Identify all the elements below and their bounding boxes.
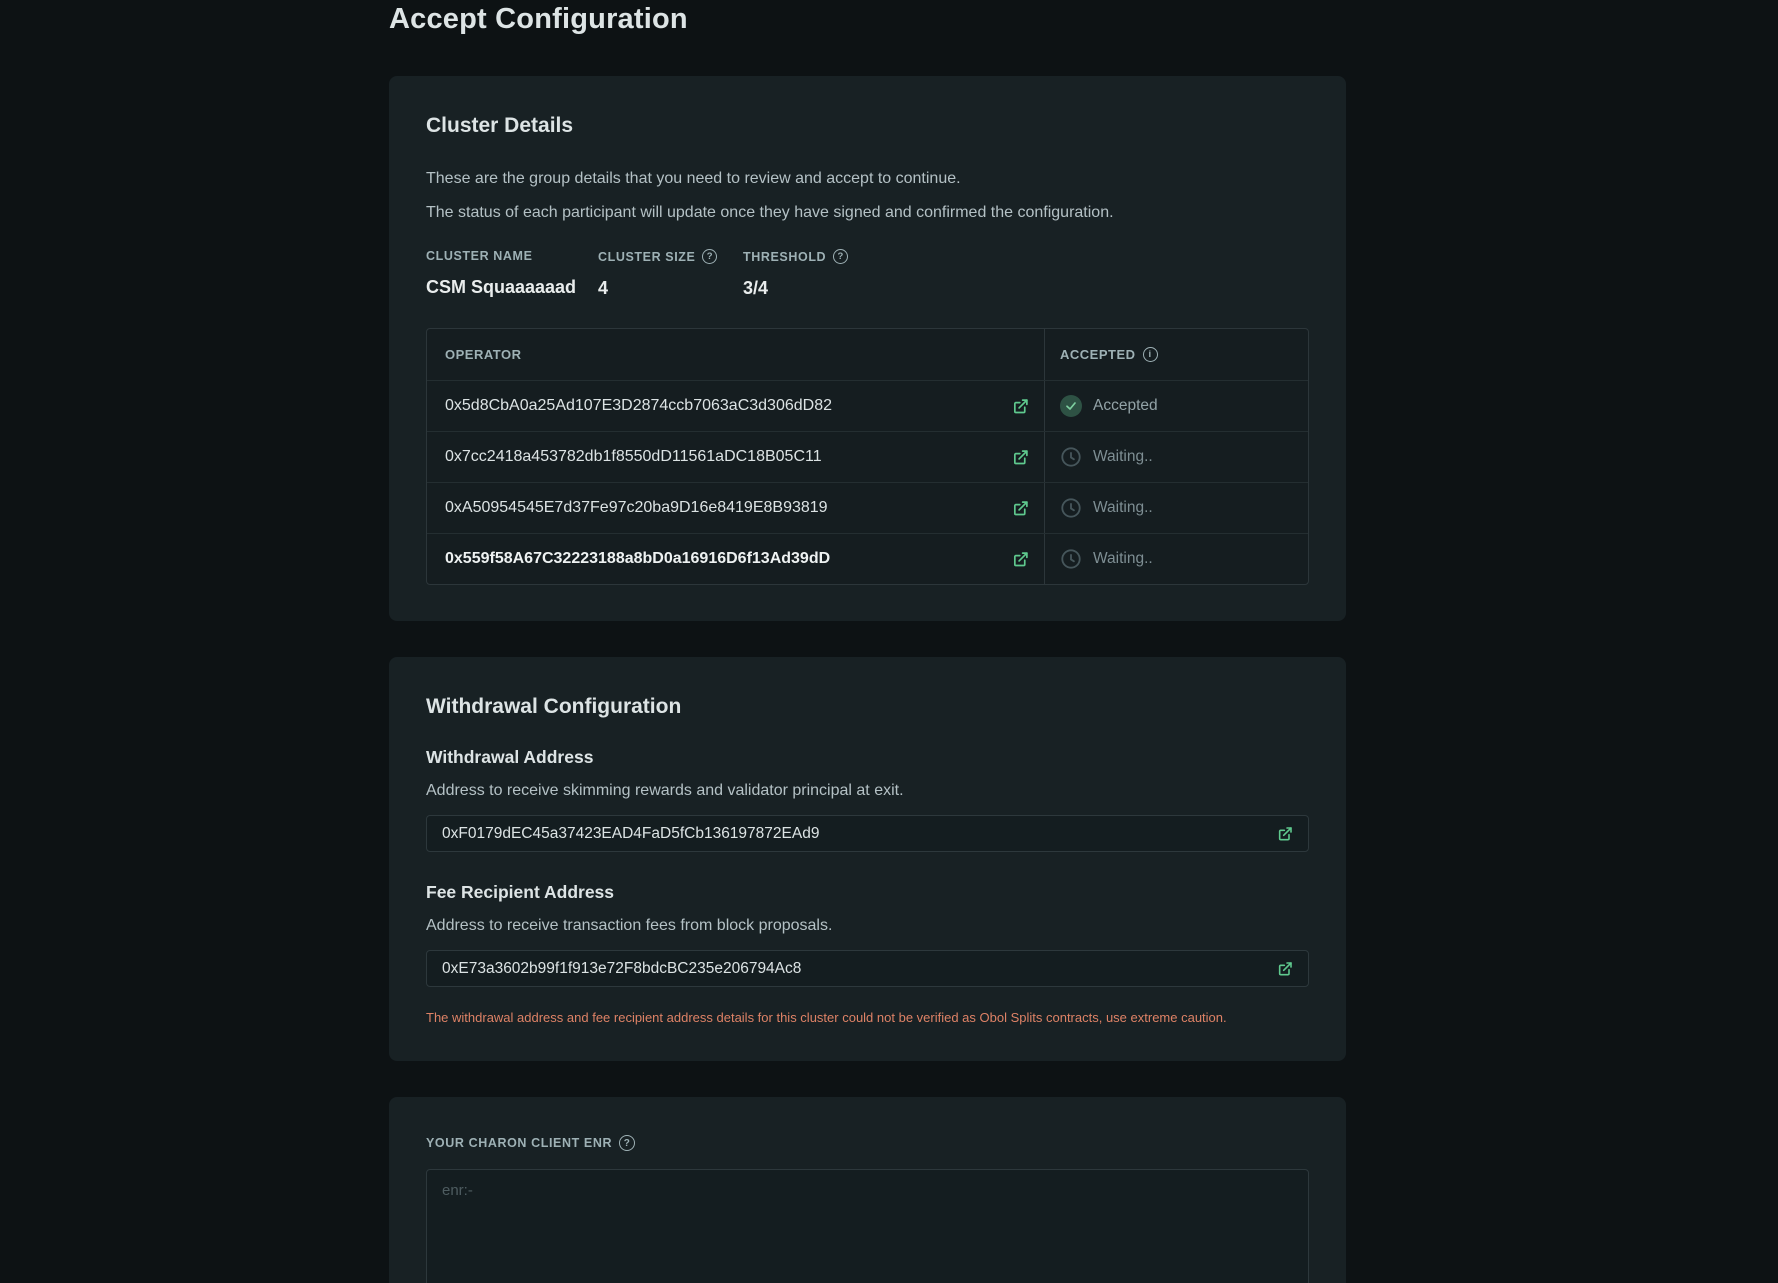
cluster-name-label: CLUSTER NAME [426, 249, 598, 263]
clock-icon [1060, 446, 1082, 468]
cluster-size-label-text: CLUSTER SIZE [598, 250, 695, 264]
withdrawal-address-description: Address to receive skimming rewards and … [426, 782, 1309, 800]
question-glyph: ? [707, 251, 713, 262]
info-glyph: i [1148, 349, 1151, 360]
external-link-icon[interactable] [1010, 498, 1030, 518]
charon-enr-input[interactable] [426, 1169, 1309, 1283]
withdrawal-configuration-heading: Withdrawal Configuration [426, 695, 1309, 719]
question-icon[interactable]: ? [833, 249, 848, 264]
info-icon[interactable]: i [1143, 347, 1158, 362]
charon-enr-label-text: YOUR CHARON CLIENT ENR [426, 1136, 612, 1150]
threshold-column: THRESHOLD ? 3/4 [743, 249, 848, 299]
accepted-header-label: ACCEPTED [1060, 347, 1136, 362]
status-cell: Waiting.. [1044, 483, 1308, 533]
operator-row-self: 0x559f58A67C32223188a8bD0a16916D6f13Ad39… [427, 533, 1308, 584]
operator-address: 0xA50954545E7d37Fe97c20ba9D16e8419E8B938… [445, 499, 1010, 517]
operators-table: OPERATOR ACCEPTED i 0x5d8CbA0a25Ad107E3D… [426, 328, 1309, 585]
cluster-details-description-2: The status of each participant will upda… [426, 204, 1309, 222]
operator-cell: 0xA50954545E7d37Fe97c20ba9D16e8419E8B938… [427, 483, 1044, 533]
question-glyph: ? [837, 251, 843, 262]
fee-recipient-label: Fee Recipient Address [426, 882, 1309, 903]
external-link-icon[interactable] [1275, 824, 1295, 844]
status-text: Waiting.. [1093, 550, 1153, 568]
operator-cell: 0x7cc2418a453782db1f8550dD11561aDC18B05C… [427, 432, 1044, 482]
status-text: Waiting.. [1093, 499, 1153, 517]
withdrawal-configuration-card: Withdrawal Configuration Withdrawal Addr… [389, 657, 1346, 1061]
cluster-name-value: CSM Squaaaaaad [426, 277, 598, 298]
operator-row: 0x5d8CbA0a25Ad107E3D2874ccb7063aC3d306dD… [427, 380, 1308, 431]
question-glyph: ? [624, 1138, 631, 1149]
cluster-size-label: CLUSTER SIZE ? [598, 249, 743, 264]
status-text: Accepted [1093, 397, 1158, 415]
question-icon[interactable]: ? [702, 249, 717, 264]
external-link-icon[interactable] [1275, 959, 1295, 979]
status-accepted: Accepted [1060, 395, 1158, 417]
status-waiting: Waiting.. [1060, 497, 1153, 519]
accept-configuration-page: Accept Configuration Cluster Details The… [389, 0, 1346, 1283]
operator-cell: 0x5d8CbA0a25Ad107E3D2874ccb7063aC3d306dD… [427, 381, 1044, 431]
charon-enr-card: YOUR CHARON CLIENT ENR ? [389, 1097, 1346, 1283]
operator-row: 0xA50954545E7d37Fe97c20ba9D16e8419E8B938… [427, 482, 1308, 533]
cluster-size-value: 4 [598, 278, 743, 299]
operator-header-label: OPERATOR [445, 347, 521, 362]
operator-address: 0x5d8CbA0a25Ad107E3D2874ccb7063aC3d306dD… [445, 397, 1010, 415]
question-icon[interactable]: ? [619, 1135, 635, 1151]
cluster-size-column: CLUSTER SIZE ? 4 [598, 249, 743, 299]
cluster-name-column: CLUSTER NAME CSM Squaaaaaad [426, 249, 598, 299]
clock-icon [1060, 497, 1082, 519]
withdrawal-address-value: 0xF0179dEC45a37423EAD4FaD5fCb136197872EA… [442, 825, 1275, 843]
operator-header-cell: OPERATOR [427, 329, 1044, 380]
clock-icon [1060, 548, 1082, 570]
charon-enr-label: YOUR CHARON CLIENT ENR ? [426, 1135, 1309, 1151]
page-title: Accept Configuration [389, 3, 1346, 36]
operator-row: 0x7cc2418a453782db1f8550dD11561aDC18B05C… [427, 431, 1308, 482]
operators-table-header: OPERATOR ACCEPTED i [427, 329, 1308, 380]
threshold-value: 3/4 [743, 278, 848, 299]
external-link-icon[interactable] [1010, 396, 1030, 416]
cluster-details-heading: Cluster Details [426, 114, 1309, 138]
status-cell: Waiting.. [1044, 534, 1308, 584]
operator-address: 0x7cc2418a453782db1f8550dD11561aDC18B05C… [445, 448, 1010, 466]
accepted-header-cell: ACCEPTED i [1044, 329, 1308, 380]
status-text: Waiting.. [1093, 448, 1153, 466]
fee-recipient-address-box: 0xE73a3602b99f1f913e72F8bdcBC235e206794A… [426, 950, 1309, 987]
threshold-label: THRESHOLD ? [743, 249, 848, 264]
fee-recipient-description: Address to receive transaction fees from… [426, 917, 1309, 935]
status-cell: Accepted [1044, 381, 1308, 431]
cluster-details-card: Cluster Details These are the group deta… [389, 76, 1346, 621]
check-icon [1060, 395, 1082, 417]
status-cell: Waiting.. [1044, 432, 1308, 482]
withdrawal-address-box: 0xF0179dEC45a37423EAD4FaD5fCb136197872EA… [426, 815, 1309, 852]
external-link-icon[interactable] [1010, 549, 1030, 569]
operator-cell: 0x559f58A67C32223188a8bD0a16916D6f13Ad39… [427, 534, 1044, 584]
splits-verification-warning: The withdrawal address and fee recipient… [426, 1010, 1309, 1025]
external-link-icon[interactable] [1010, 447, 1030, 467]
operator-address: 0x559f58A67C32223188a8bD0a16916D6f13Ad39… [445, 550, 1010, 568]
cluster-summary: CLUSTER NAME CSM Squaaaaaad CLUSTER SIZE… [426, 249, 1309, 299]
threshold-label-text: THRESHOLD [743, 250, 826, 264]
status-waiting: Waiting.. [1060, 548, 1153, 570]
status-waiting: Waiting.. [1060, 446, 1153, 468]
cluster-details-description-1: These are the group details that you nee… [426, 170, 1309, 188]
fee-recipient-address-value: 0xE73a3602b99f1f913e72F8bdcBC235e206794A… [442, 960, 1275, 978]
withdrawal-address-label: Withdrawal Address [426, 747, 1309, 768]
